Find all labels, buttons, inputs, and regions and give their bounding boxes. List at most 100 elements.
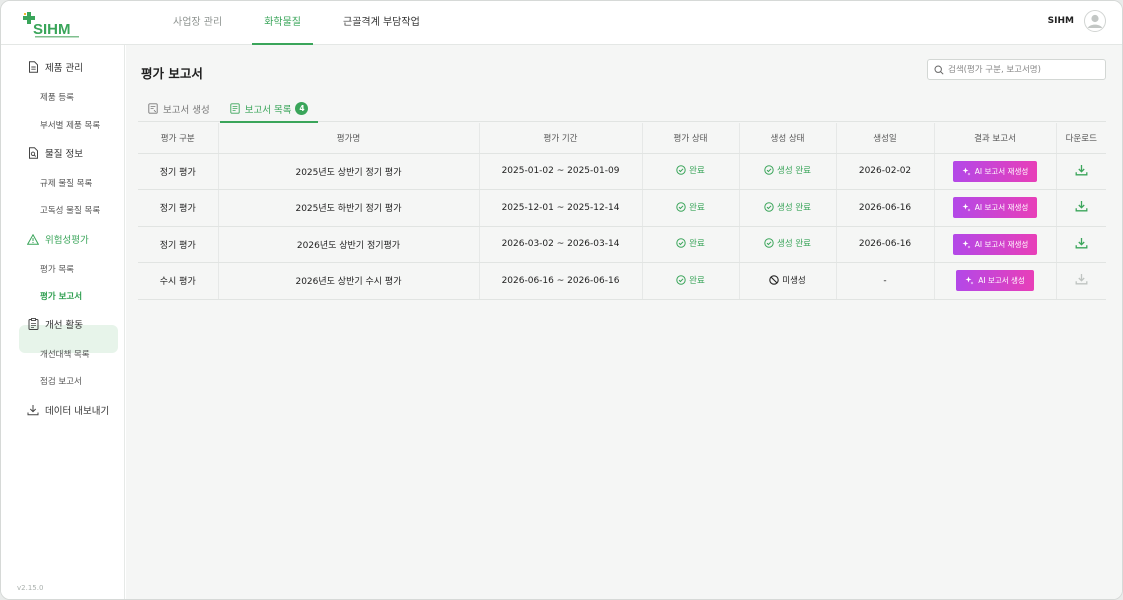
col-header-name[interactable]: 평가명: [218, 123, 480, 154]
button-label: AI 보고서 재생성: [974, 239, 1029, 249]
cell-report: AI 보고서 재생성: [934, 189, 1057, 227]
ai-report-regenerate-button[interactable]: AI 보고서 재생성: [952, 160, 1038, 182]
download-button-disabled: [1075, 273, 1088, 285]
sidebar-section-export[interactable]: 데이터 내보내기: [27, 403, 109, 417]
cell-type: 정기 평가: [138, 189, 219, 227]
file-search-icon: [27, 147, 39, 159]
user-avatar-icon: [1084, 10, 1106, 32]
nav-chemicals[interactable]: 화학물질: [252, 1, 313, 45]
download-icon: [1075, 201, 1088, 212]
col-header-download[interactable]: 다운로드: [1056, 123, 1106, 154]
table-header-row: 평가 구분 평가명 평가 기간 평가 상태 생성 상태 생성일 결과 보고서 다…: [138, 123, 1106, 154]
cell-period: 2025-01-02 ~ 2025-01-09: [479, 153, 643, 190]
clipboard-icon: [27, 318, 39, 330]
sidebar-section-label: 제품 관리: [45, 63, 83, 74]
table-row[interactable]: 수시 평가 2026년도 상반기 수시 평가 2026-06-16 ~ 2026…: [138, 262, 1106, 300]
top-bar: SIHM 사업장 관리 화학물질 근골격계 부담작업 SIHM: [1, 1, 1122, 45]
cell-name: 2026년도 상반기 수시 평가: [218, 262, 480, 300]
user-menu[interactable]: SIHM: [1048, 10, 1106, 32]
col-header-period[interactable]: 평가 기간: [479, 123, 643, 154]
cell-gen-status: 생성 완료: [739, 189, 837, 227]
cell-download: [1056, 153, 1106, 190]
download-icon: [1075, 164, 1088, 176]
sidebar-item-dept-products[interactable]: 부서별 제품 목록: [40, 119, 100, 131]
download-button[interactable]: [1075, 164, 1088, 176]
nav-musculoskeletal[interactable]: 근골격계 부담작업: [331, 1, 432, 45]
col-header-created[interactable]: 생성일: [836, 123, 935, 154]
search-box[interactable]: [927, 59, 1106, 80]
status-text: 생성 완료: [777, 166, 811, 177]
table-row[interactable]: 정기 평가 2025년도 상반기 정기 평가 2025-01-02 ~ 2025…: [138, 153, 1106, 190]
cell-gen-status: 생성 완료: [739, 153, 837, 190]
status-badge: 생성 완료: [764, 201, 811, 213]
status-text: 완료: [689, 166, 705, 177]
status-text: 완료: [689, 202, 705, 213]
cell-eval-status: 완료: [642, 262, 740, 300]
check-circle-icon: [676, 275, 686, 285]
cell-name: 2025년도 하반기 정기 평가: [218, 189, 480, 227]
search-icon: [934, 64, 944, 75]
sidebar-section-risk[interactable]: 위험성평가: [27, 232, 89, 246]
sidebar-item-eval-report[interactable]: 평가 보고서: [40, 290, 82, 302]
cell-report: AI 보고서 재생성: [934, 226, 1057, 263]
cell-period: 2026-06-16 ~ 2026-06-16: [479, 262, 643, 300]
sidebar-section-improvement[interactable]: 개선 활동: [27, 317, 83, 331]
sidebar-item-toxic[interactable]: 고독성 물질 목록: [40, 204, 100, 216]
sihm-logo[interactable]: SIHM: [23, 10, 83, 40]
col-header-type[interactable]: 평가 구분: [138, 123, 219, 154]
sidebar-section-substance[interactable]: 물질 정보: [27, 146, 83, 160]
ai-report-regenerate-button[interactable]: AI 보고서 재생성: [952, 197, 1038, 219]
sidebar-item-product-register[interactable]: 제품 등록: [40, 91, 74, 103]
sidebar-item-regulated[interactable]: 규제 물질 목록: [40, 177, 92, 189]
cell-type: 정기 평가: [138, 153, 219, 190]
nav-site-management[interactable]: 사업장 관리: [161, 1, 234, 45]
sidebar-section-label: 물질 정보: [45, 149, 83, 160]
table-row[interactable]: 정기 평가 2025년도 하반기 정기 평가 2025-12-01 ~ 2025…: [138, 189, 1106, 227]
cell-type: 정기 평가: [138, 226, 219, 263]
cell-created: 2026-06-16: [836, 189, 935, 227]
avatar[interactable]: [1084, 10, 1106, 32]
status-badge: 완료: [676, 237, 705, 249]
col-header-eval-status[interactable]: 평가 상태: [642, 123, 740, 154]
col-header-gen-status[interactable]: 생성 상태: [739, 123, 837, 154]
ai-report-generate-button[interactable]: AI 보고서 생성: [956, 270, 1034, 292]
sidebar-section-product[interactable]: 제품 관리: [27, 60, 83, 74]
sparkle-icon: [965, 276, 974, 285]
sidebar-item-eval-list[interactable]: 평가 목록: [40, 263, 74, 275]
col-header-report[interactable]: 결과 보고서: [934, 123, 1057, 154]
cell-created: 2026-06-16: [836, 226, 935, 263]
app-version: v2.15.0: [17, 584, 44, 592]
tab-report-create[interactable]: 보고서 생성: [138, 95, 220, 122]
download-button[interactable]: [1075, 200, 1088, 212]
cell-created: -: [836, 262, 935, 300]
report-list-icon: [230, 103, 240, 114]
sparkle-icon: [962, 240, 971, 249]
cell-created: 2026-02-02: [836, 153, 935, 190]
check-circle-icon: [676, 238, 686, 248]
user-name: SIHM: [1047, 16, 1074, 26]
cell-gen-status: 생성 완료: [739, 226, 837, 263]
button-label: AI 보고서 재생성: [974, 166, 1029, 176]
status-badge: 생성 완료: [764, 164, 811, 176]
ai-report-regenerate-button[interactable]: AI 보고서 재생성: [952, 233, 1038, 255]
tab-report-list[interactable]: 보고서 목록 4: [219, 95, 319, 123]
main-nav: 사업장 관리 화학물질 근골격계 부담작업: [161, 1, 450, 45]
report-table: 평가 구분 평가명 평가 기간 평가 상태 생성 상태 생성일 결과 보고서 다…: [138, 123, 1106, 300]
cell-period: 2026-03-02 ~ 2026-03-14: [479, 226, 643, 263]
table-row[interactable]: 정기 평가 2026년도 상반기 정기평가 2026-03-02 ~ 2026-…: [138, 226, 1106, 263]
sidebar-item-improvement-list[interactable]: 개선대책 목록: [40, 348, 90, 360]
cell-gen-status: 미생성: [739, 262, 837, 300]
report-tabs: 보고서 생성 보고서 목록 4: [138, 95, 1106, 123]
sidebar-item-inspection-report[interactable]: 점검 보고서: [40, 375, 82, 387]
search-input[interactable]: [948, 64, 1098, 75]
cell-download: [1056, 189, 1106, 227]
status-text: 생성 완료: [777, 202, 811, 213]
status-text: 완료: [689, 239, 705, 250]
check-circle-icon: [676, 165, 686, 175]
status-badge: 완료: [676, 201, 705, 213]
status-text: 미생성: [782, 275, 806, 286]
sidebar-section-label: 개선 활동: [45, 320, 83, 331]
download-icon: [1075, 237, 1088, 249]
cell-report: AI 보고서 재생성: [934, 153, 1057, 190]
download-button[interactable]: [1075, 237, 1088, 249]
